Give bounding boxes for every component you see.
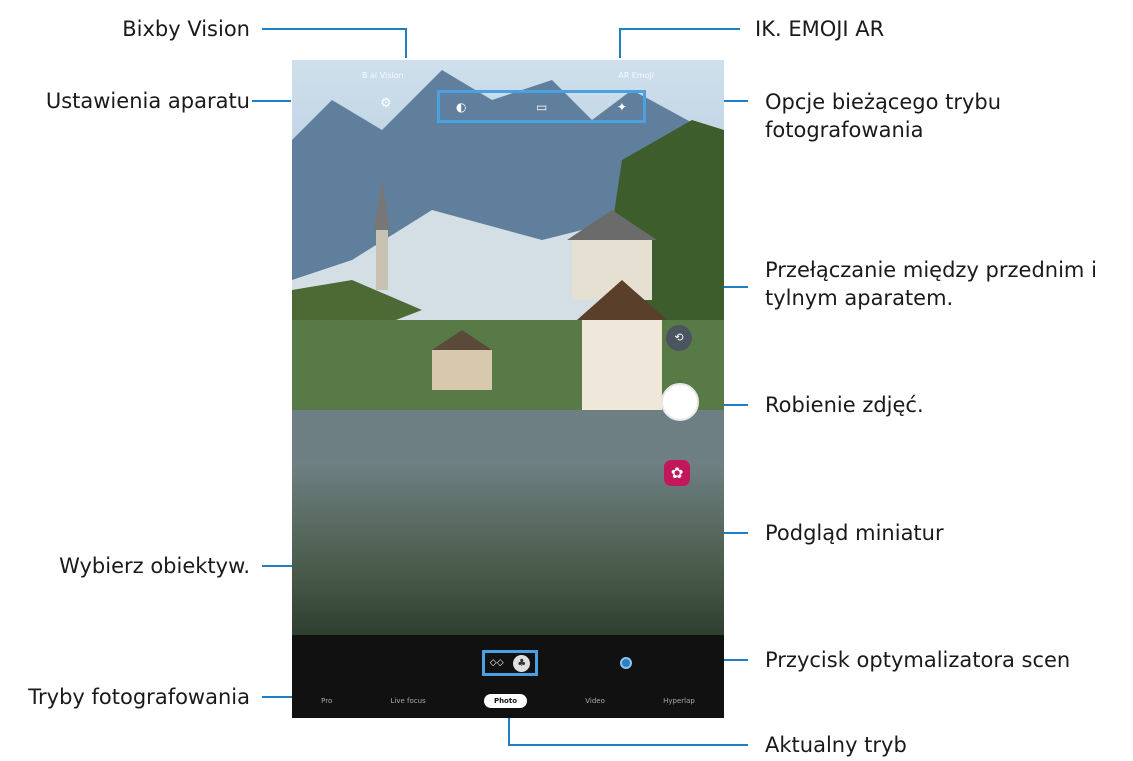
wide-lens-icon[interactable]: ◇◇ <box>490 658 504 668</box>
ar-emoji-button[interactable]: AR Emoji <box>618 71 654 80</box>
camera-switch-icon[interactable]: ⟲ <box>666 325 692 351</box>
mode-photo[interactable]: Photo <box>483 694 528 708</box>
mode-live-focus[interactable]: Live focus <box>390 697 425 705</box>
mode-selector: Pro Live focus Photo Video Hyperlap <box>292 691 724 711</box>
bixby-vision-button[interactable]: B ai Vision <box>362 71 404 80</box>
camera-viewfinder[interactable]: B ai Vision AR Emoji ⚙ ◐ ▭ ✦ ⟲ ✿ ◇◇ ♣ Pr… <box>292 60 724 718</box>
scene-optimizer-button[interactable] <box>620 657 632 669</box>
bixby-vision-label: Bixby Vision <box>122 17 250 41</box>
settings-label: Ustawienia aparatu <box>45 89 250 113</box>
scene-optimizer-label: Przycisk optymalizatora scen <box>765 648 1071 672</box>
ratio-icon[interactable]: ▭ <box>536 100 547 114</box>
top-bar: B ai Vision AR Emoji <box>292 60 724 90</box>
lake-reflection <box>292 460 724 635</box>
bottom-controls: ◇◇ ♣ Pro Live focus Photo Video Hyperlap <box>292 635 724 718</box>
thumbnail-label: Podgląd miniatur <box>765 521 944 545</box>
mode-options-label: Opcje bieżącego trybu fotografowania <box>765 90 1002 142</box>
shooting-modes-label: Tryby fotografowania <box>28 685 250 709</box>
take-photo-label: Robienie zdjęć. <box>765 393 924 417</box>
current-mode-label: Aktualny tryb <box>765 733 907 757</box>
mode-video[interactable]: Video <box>585 697 605 705</box>
switch-camera-label: Przełączanie między przednim i tylnym ap… <box>765 258 1097 310</box>
mode-hyperlapse[interactable]: Hyperlap <box>663 697 695 705</box>
gear-icon[interactable]: ⚙ <box>378 96 394 112</box>
shutter-button[interactable] <box>661 383 699 421</box>
tree-icon[interactable]: ♣ <box>513 654 531 672</box>
mode-options-bar: ◐ ▭ ✦ <box>437 90 646 123</box>
flower-icon[interactable]: ✿ <box>664 460 690 486</box>
hdr-icon[interactable]: ◐ <box>456 100 466 114</box>
lens-selector: ◇◇ ♣ <box>482 650 538 676</box>
filter-icon[interactable]: ✦ <box>617 100 627 114</box>
emoji-label: IK. EMOJI AR <box>755 17 885 41</box>
mode-pro[interactable]: Pro <box>321 697 332 705</box>
select-lens-label: Wybierz obiektyw. <box>59 554 250 578</box>
